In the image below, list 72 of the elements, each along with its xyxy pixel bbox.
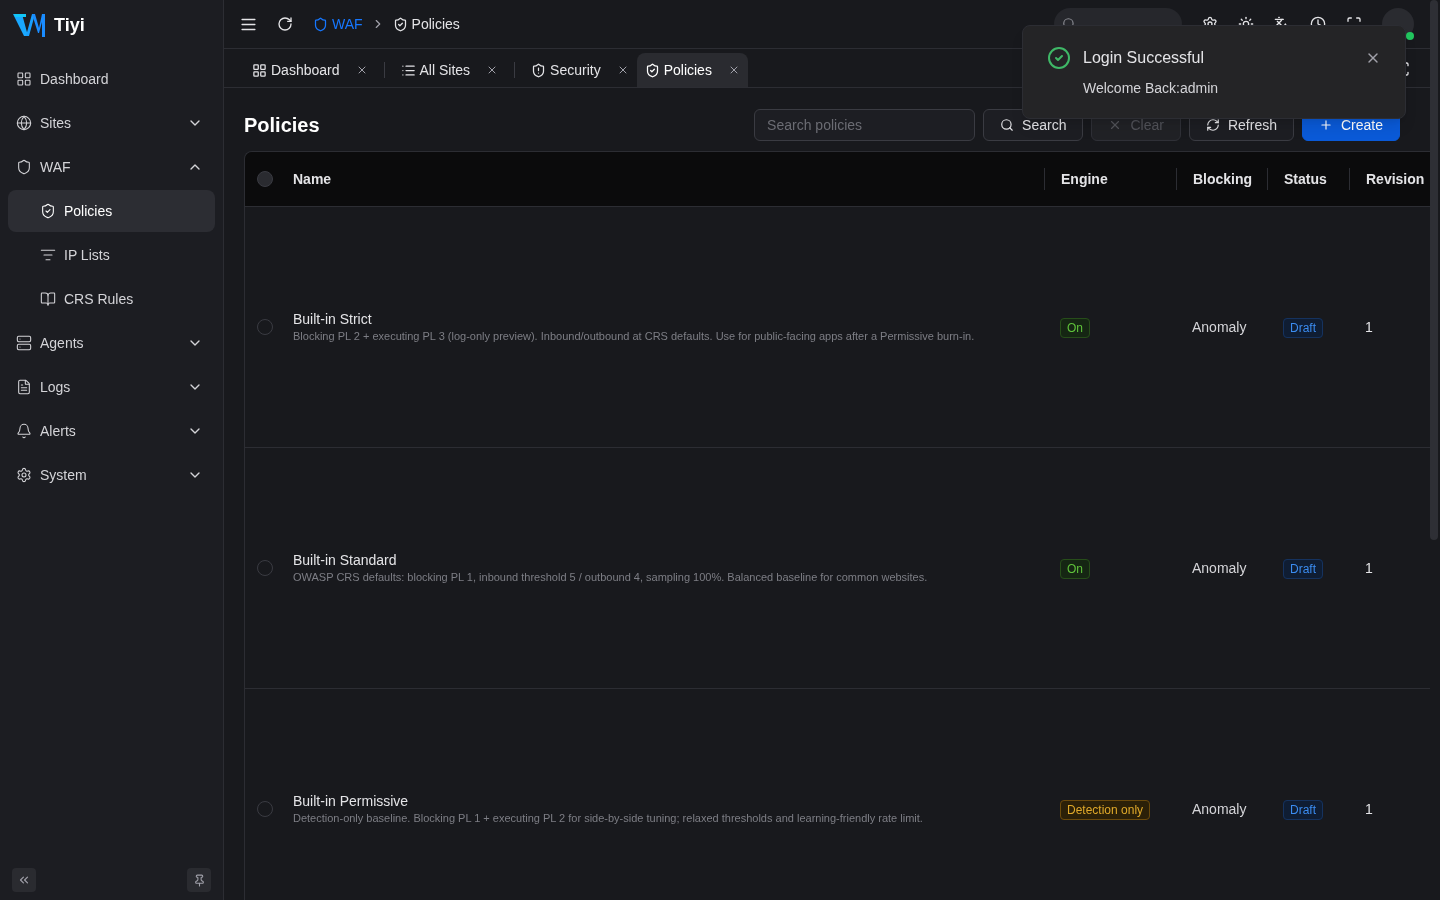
sidebar-item[interactable]: IP Lists bbox=[8, 234, 215, 276]
brand-name: Tiyi bbox=[54, 14, 85, 37]
policy-name: Built-in Standard bbox=[293, 551, 398, 571]
engine-badge: On bbox=[1060, 318, 1090, 338]
sidebar-item[interactable]: WAF bbox=[8, 146, 215, 188]
table-cell: Anomaly bbox=[1192, 560, 1247, 576]
list-icon bbox=[400, 62, 416, 78]
shield-alert-icon bbox=[531, 62, 547, 78]
sidebar-item[interactable]: Logs bbox=[8, 366, 215, 408]
policy-description: OWASP CRS defaults: blocking PL 1, inbound threshold 5 / outbound 4, sampling 100%. Balanced baseline for common websites. bbox=[293, 570, 929, 586]
shield-icon bbox=[313, 16, 328, 32]
table-cell: Anomaly bbox=[1192, 319, 1247, 335]
sidebar-item[interactable]: Alerts bbox=[8, 410, 215, 452]
status-badge: Draft bbox=[1283, 318, 1323, 338]
engine-badge: On bbox=[1060, 559, 1090, 579]
collapse-sidebar-button[interactable] bbox=[12, 868, 36, 892]
column-header: Name bbox=[293, 170, 332, 189]
shield-check-icon bbox=[644, 62, 660, 78]
double-chevron-left-icon bbox=[17, 873, 31, 887]
reload-icon[interactable] bbox=[277, 16, 293, 32]
sidebar-item[interactable]: Sites bbox=[8, 102, 215, 144]
policy-name: Built-in Permissive bbox=[293, 792, 410, 812]
status-badge: Draft bbox=[1283, 559, 1323, 579]
breadcrumb-link[interactable]: WAF bbox=[313, 14, 363, 34]
status-badge: Draft bbox=[1283, 800, 1323, 820]
bell-icon bbox=[16, 423, 32, 439]
sidebar-item[interactable]: Dashboard bbox=[8, 58, 215, 100]
policy-name: Built-in Strict bbox=[293, 310, 373, 330]
column-header: Revision bbox=[1366, 170, 1425, 189]
table-cell: 1 bbox=[1365, 801, 1373, 817]
sidebar-item[interactable]: Policies bbox=[8, 190, 215, 232]
page-title: Policies bbox=[244, 113, 320, 138]
engine-badge: Detection only bbox=[1060, 800, 1151, 820]
filter-icon bbox=[40, 247, 56, 263]
plus-icon bbox=[1318, 118, 1333, 132]
scrollbar[interactable] bbox=[1430, 0, 1438, 540]
sidebar-item[interactable]: Agents bbox=[8, 322, 215, 364]
pin-icon bbox=[192, 873, 206, 887]
sidebar-item[interactable]: System bbox=[8, 454, 215, 496]
book-icon bbox=[40, 291, 56, 307]
table-cell: 1 bbox=[1365, 319, 1373, 335]
logo-icon bbox=[12, 12, 46, 38]
globe-icon bbox=[16, 115, 32, 131]
pin-button[interactable] bbox=[187, 868, 211, 892]
toast-title: Login Successful bbox=[1083, 48, 1205, 68]
shield-check-icon bbox=[392, 16, 408, 32]
table-cell: Anomaly bbox=[1192, 801, 1247, 817]
dashboard-icon bbox=[16, 71, 32, 87]
policy-description: Blocking PL 2 + executing PL 3 (log-only preview). Inbound/outbound at CRS defaults. Use for public-facing apps after a Permissive burn-in. bbox=[293, 329, 976, 345]
success-icon bbox=[1047, 46, 1071, 70]
shield-icon bbox=[16, 159, 32, 175]
search-field[interactable]: Search policies bbox=[754, 109, 976, 141]
tab[interactable]: All Sites bbox=[392, 53, 507, 87]
policy-description: Detection-only baseline. Blocking PL 1 + executing PL 2 for side-by-side tuning; relaxed thresholds and learning-friendly rate limit. bbox=[293, 811, 924, 827]
column-header: Status bbox=[1284, 170, 1327, 189]
tab[interactable]: Policies bbox=[636, 53, 748, 87]
column-header: Engine bbox=[1061, 170, 1108, 189]
column-header: Blocking bbox=[1193, 170, 1253, 189]
table-cell: 1 bbox=[1365, 560, 1373, 576]
grid-icon bbox=[252, 62, 267, 78]
toast-message: Welcome Back:admin bbox=[1083, 79, 1220, 98]
search-icon bbox=[1000, 118, 1015, 132]
document-icon bbox=[16, 379, 32, 395]
breadcrumb-current: Policies bbox=[392, 14, 460, 34]
refresh-icon bbox=[1205, 118, 1220, 132]
gear-icon bbox=[16, 467, 32, 483]
server-icon bbox=[16, 335, 32, 351]
shield-check-icon bbox=[40, 203, 56, 219]
sidebar-item[interactable]: CRS Rules bbox=[8, 278, 215, 320]
tab[interactable]: Dashboard bbox=[244, 53, 376, 87]
tab[interactable]: Security bbox=[523, 53, 637, 87]
select-all-checkbox[interactable] bbox=[257, 171, 273, 187]
